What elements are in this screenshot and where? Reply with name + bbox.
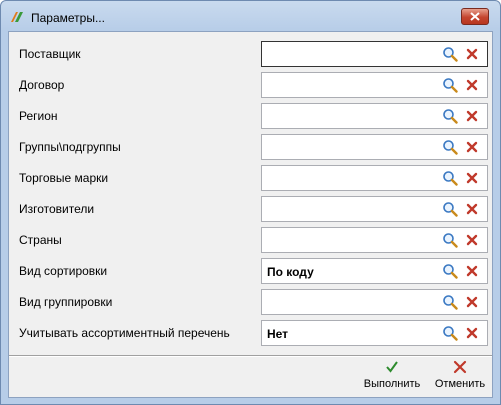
search-icon[interactable] (442, 263, 458, 279)
param-field-brands[interactable] (261, 165, 488, 191)
search-icon[interactable] (442, 325, 458, 341)
checkmark-icon (386, 361, 398, 373)
search-icon[interactable] (442, 294, 458, 310)
param-row-manufacturers: Изготовители (9, 196, 494, 222)
execute-label: Выполнить (363, 378, 421, 390)
execute-button[interactable]: Выполнить (358, 360, 426, 394)
search-icon[interactable] (442, 232, 458, 248)
param-label: Торговые марки (19, 171, 109, 185)
param-row-brands: Торговые марки (9, 165, 494, 191)
param-value: По коду (267, 265, 314, 279)
title-bar[interactable]: Параметры... (1, 1, 500, 31)
cancel-button[interactable]: Отменить (429, 360, 491, 394)
param-label: Изготовители (19, 202, 95, 216)
param-row-supplier: Поставщик (9, 41, 494, 67)
param-field-region[interactable] (261, 103, 488, 129)
param-field-sort-type[interactable]: По коду (261, 258, 488, 284)
param-row-groups: Группы\подгруппы (9, 134, 494, 160)
clear-icon[interactable] (465, 295, 479, 309)
param-label: Договор (19, 78, 65, 92)
clear-icon[interactable] (465, 202, 479, 216)
param-row-sort-type: Вид сортировки По коду (9, 258, 494, 284)
param-field-supplier[interactable] (261, 41, 488, 67)
search-icon[interactable] (442, 139, 458, 155)
search-icon[interactable] (442, 170, 458, 186)
param-field-countries[interactable] (261, 227, 488, 253)
search-icon[interactable] (442, 46, 458, 62)
cancel-icon (453, 360, 467, 374)
param-field-assortment[interactable]: Нет (261, 320, 488, 346)
cancel-label: Отменить (434, 378, 486, 390)
clear-icon[interactable] (465, 140, 479, 154)
search-icon[interactable] (442, 201, 458, 217)
param-row-group-type: Вид группировки (9, 289, 494, 315)
param-label: Страны (19, 233, 62, 247)
param-row-countries: Страны (9, 227, 494, 253)
window-title: Параметры... (31, 11, 105, 25)
clear-icon[interactable] (465, 47, 479, 61)
param-label: Учитывать ассортиментный перечень (19, 326, 230, 340)
param-field-groups[interactable] (261, 134, 488, 160)
clear-icon[interactable] (465, 233, 479, 247)
param-field-manufacturers[interactable] (261, 196, 488, 222)
param-label: Группы\подгруппы (19, 140, 121, 154)
close-button[interactable] (461, 8, 489, 25)
search-icon[interactable] (442, 108, 458, 124)
param-field-contract[interactable] (261, 72, 488, 98)
app-icon (11, 12, 23, 22)
clear-icon[interactable] (465, 109, 479, 123)
clear-icon[interactable] (465, 326, 479, 340)
param-field-group-type[interactable] (261, 289, 488, 315)
param-row-region: Регион (9, 103, 494, 129)
dialog-client-area: Поставщик Договор Регион Группы\подгрупп… (8, 31, 493, 398)
param-label: Регион (19, 109, 58, 123)
param-label: Поставщик (19, 47, 81, 61)
param-value: Нет (267, 327, 289, 341)
clear-icon[interactable] (465, 264, 479, 278)
clear-icon[interactable] (465, 171, 479, 185)
parameters-dialog: Параметры... Поставщик Договор Регион Гр… (0, 0, 501, 405)
param-label: Вид группировки (19, 295, 113, 309)
close-icon (470, 12, 480, 21)
search-icon[interactable] (442, 77, 458, 93)
param-row-contract: Договор (9, 72, 494, 98)
clear-icon[interactable] (465, 78, 479, 92)
param-row-assortment: Учитывать ассортиментный перечень Нет (9, 320, 494, 346)
param-label: Вид сортировки (19, 264, 108, 278)
footer-separator (9, 355, 492, 357)
